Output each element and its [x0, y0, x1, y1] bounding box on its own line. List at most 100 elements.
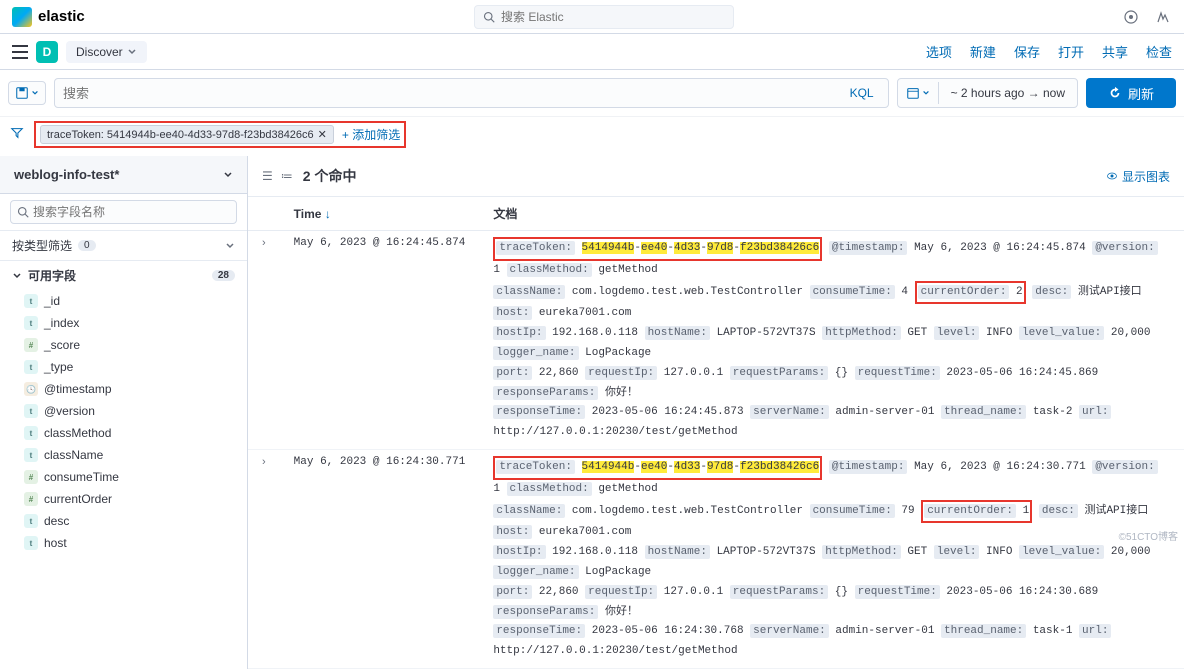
calendar-icon: [906, 86, 920, 100]
space-badge[interactable]: D: [36, 41, 58, 63]
field-item[interactable]: t _type: [0, 356, 247, 378]
field-name: @version: [44, 404, 95, 418]
field-item[interactable]: thost: [0, 532, 247, 554]
date-range-text[interactable]: ~ 2 hours ago → now: [939, 82, 1077, 104]
docs-table: Time ↓ 文档 › May 6, 2023 @ 16:24:45.874 t…: [248, 197, 1184, 669]
search-icon: [17, 206, 29, 218]
field-type-icon: t: [24, 360, 38, 374]
field-name: className: [44, 448, 103, 462]
help-icon[interactable]: [1154, 8, 1172, 26]
field-item[interactable]: t _index: [0, 312, 247, 334]
field-name: _id: [44, 294, 60, 308]
field-item[interactable]: t @version: [0, 400, 247, 422]
cell-time: May 6, 2023 @ 16:24:30.771: [280, 449, 480, 668]
field-type-icon: t: [24, 448, 38, 462]
filter-menu-button[interactable]: [8, 124, 26, 145]
filter-icon: [10, 126, 24, 140]
show-chart-link[interactable]: 显示图表: [1106, 168, 1170, 185]
watermark: ©51CTO博客: [1119, 528, 1178, 543]
view-expanded-icon[interactable]: ≔: [281, 169, 293, 183]
available-fields-header[interactable]: 可用字段 28: [0, 261, 247, 290]
chevron-down-icon: [922, 89, 930, 97]
field-name: _score: [44, 338, 80, 352]
chevron-down-icon: [225, 241, 235, 251]
header-right: [1122, 8, 1172, 26]
saved-query-button[interactable]: [8, 81, 46, 105]
filter-pill[interactable]: traceToken: 5414944b-ee40-4d33-97d8-f23b…: [40, 125, 334, 144]
field-name: host: [44, 536, 67, 550]
add-filter-button[interactable]: + 添加筛选: [342, 126, 400, 143]
field-type-icon: 🕓: [24, 382, 38, 396]
field-name: consumeTime: [44, 470, 119, 484]
expand-row-icon[interactable]: ›: [262, 456, 266, 468]
field-item[interactable]: t classMethod: [0, 422, 247, 444]
cell-document: traceToken: 5414944b-ee40-4d33-97d8-f23b…: [479, 449, 1184, 668]
field-name: currentOrder: [44, 492, 112, 506]
query-input-wrap[interactable]: KQL: [54, 78, 889, 108]
nav-options[interactable]: 选项: [926, 42, 952, 61]
eye-icon: [1106, 170, 1118, 182]
nav-share[interactable]: 共享: [1102, 42, 1128, 61]
chevron-down-icon: [12, 271, 22, 281]
field-search[interactable]: [10, 200, 237, 224]
expand-row-icon[interactable]: ›: [262, 237, 266, 249]
refresh-button[interactable]: 刷新: [1086, 78, 1176, 108]
kql-toggle[interactable]: KQL: [844, 86, 880, 100]
query-bar: KQL ~ 2 hours ago → now 刷新: [0, 70, 1184, 117]
field-type-icon: #: [24, 470, 38, 484]
table-row: › May 6, 2023 @ 16:24:45.874 traceToken:…: [248, 231, 1184, 450]
refresh-icon: [1108, 86, 1122, 100]
results-content: ☰ ≔ 2 个命中 显示图表 Time ↓ 文档 › May 6, 2023 @…: [248, 156, 1184, 669]
elastic-logo-icon: [12, 7, 32, 27]
field-search-wrap: [0, 194, 247, 231]
hits-bar: ☰ ≔ 2 个命中 显示图表: [248, 156, 1184, 197]
logo-text: elastic: [38, 8, 85, 25]
close-icon[interactable]: ✕: [318, 128, 327, 141]
field-item[interactable]: t _id: [0, 290, 247, 312]
date-picker[interactable]: ~ 2 hours ago → now: [897, 78, 1078, 108]
field-list: t_idt_index#_scoret_type🕓@timestampt@ver…: [0, 290, 247, 554]
date-quick-select[interactable]: [898, 82, 939, 104]
nav-toggle-icon[interactable]: [12, 45, 28, 59]
newsfeed-icon[interactable]: [1122, 8, 1140, 26]
chevron-down-icon: [127, 47, 137, 57]
app-subheader: D Discover 选项 新建 保存 打开 共享 检查: [0, 34, 1184, 70]
field-item[interactable]: # _score: [0, 334, 247, 356]
search-icon: [483, 11, 495, 23]
field-type-icon: t: [24, 316, 38, 330]
main: weblog-info-test* 按类型筛选 0 可用字段 28 t_idt_…: [0, 156, 1184, 669]
field-name: classMethod: [44, 426, 111, 440]
field-item[interactable]: tdesc: [0, 510, 247, 532]
field-name: _type: [44, 360, 73, 374]
cell-time: May 6, 2023 @ 16:24:45.874: [280, 231, 480, 450]
field-search-input[interactable]: [33, 205, 230, 219]
global-search-input[interactable]: [501, 10, 725, 24]
view-compact-icon[interactable]: ☰: [262, 169, 273, 183]
field-type-icon: t: [24, 294, 38, 308]
nav-save[interactable]: 保存: [1014, 42, 1040, 61]
cell-document: traceToken: 5414944b-ee40-4d33-97d8-f23b…: [479, 231, 1184, 450]
field-item[interactable]: t className: [0, 444, 247, 466]
col-doc-header[interactable]: 文档: [479, 197, 1184, 231]
field-name: _index: [44, 316, 79, 330]
nav-inspect[interactable]: 检查: [1146, 42, 1172, 61]
field-item[interactable]: # currentOrder: [0, 488, 247, 510]
global-search[interactable]: [474, 5, 734, 29]
nav-open[interactable]: 打开: [1058, 42, 1084, 61]
top-nav: 选项 新建 保存 打开 共享 检查: [926, 42, 1172, 61]
nav-new[interactable]: 新建: [970, 42, 996, 61]
field-item[interactable]: 🕓@timestamp: [0, 378, 247, 400]
field-type-icon: #: [24, 492, 38, 506]
index-pattern-selector[interactable]: weblog-info-test*: [0, 156, 247, 194]
field-type-icon: t: [24, 404, 38, 418]
col-time-header[interactable]: Time ↓: [280, 197, 480, 231]
query-input[interactable]: [63, 86, 844, 101]
breadcrumb-app[interactable]: Discover: [66, 41, 147, 63]
field-type-icon: t: [24, 514, 38, 528]
field-item[interactable]: # consumeTime: [0, 466, 247, 488]
field-type-icon: t: [24, 536, 38, 550]
filter-by-type[interactable]: 按类型筛选 0: [0, 231, 247, 261]
view-toggles: ☰ ≔: [262, 169, 293, 183]
field-type-icon: #: [24, 338, 38, 352]
field-type-icon: t: [24, 426, 38, 440]
